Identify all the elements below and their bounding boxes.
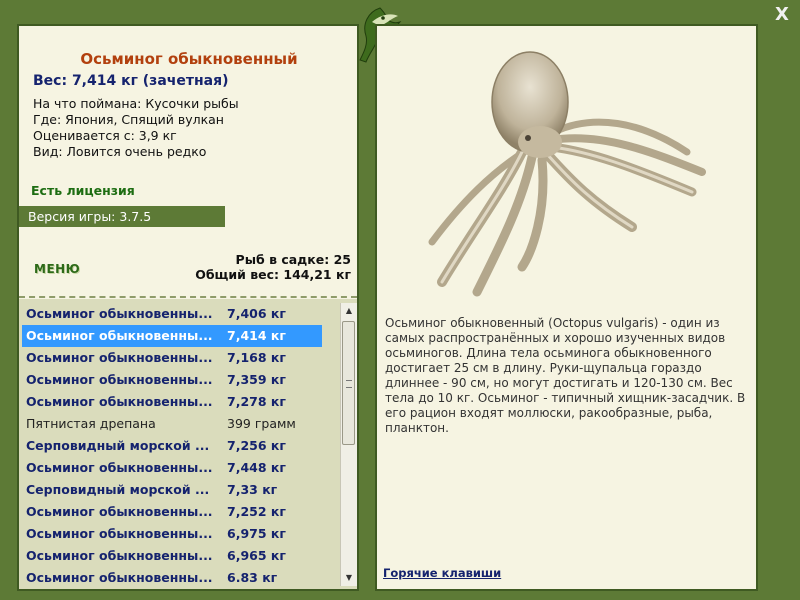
list-item[interactable]: Осьминог обыкновенны... 6,975 кг <box>22 523 322 545</box>
fish-rated-from: Оценивается с: 3,9 кг <box>33 128 177 143</box>
list-item-weight: 7,359 кг <box>227 372 286 387</box>
close-button[interactable]: X <box>772 5 792 25</box>
list-item-name: Серповидный морской ... <box>26 482 210 497</box>
arrow-up-icon[interactable]: ▲ <box>341 303 357 319</box>
list-item[interactable]: Серповидный морской ... 7,33 кг <box>22 479 322 501</box>
list-item-weight: 7,278 кг <box>227 394 286 409</box>
list-item-name: Осьминог обыкновенны... <box>26 394 212 409</box>
menu-button[interactable]: МЕНЮ <box>34 262 80 276</box>
list-item-weight: 7,168 кг <box>227 350 286 365</box>
list-item-name: Осьминог обыкновенны... <box>26 504 212 519</box>
list-item-name: Осьминог обыкновенны... <box>26 328 212 343</box>
list-item-name: Осьминог обыкновенны... <box>26 460 212 475</box>
arrow-down-icon[interactable]: ▼ <box>341 570 357 586</box>
list-item-name: Серповидный морской ... <box>26 438 210 453</box>
fish-description: Осьминог обыкновенный (Octopus vulgaris)… <box>385 316 746 435</box>
list-item-weight: 6,965 кг <box>227 548 286 563</box>
list-item-name: Осьминог обыкновенны... <box>26 570 212 585</box>
list-item-weight: 6,975 кг <box>227 526 286 541</box>
list-item[interactable]: Пятнистая дрепана 399 грамм <box>22 413 322 435</box>
list-item[interactable]: Осьминог обыкновенны... 7,278 кг <box>22 391 322 413</box>
fish-location: Где: Япония, Спящий вулкан <box>33 112 224 127</box>
list-item-name: Осьминог обыкновенны... <box>26 306 212 321</box>
license-status: Есть лицензия <box>31 183 135 198</box>
list-item-name: Осьминог обыкновенны... <box>26 548 212 563</box>
list-item-name: Осьминог обыкновенны... <box>26 372 212 387</box>
list-item-weight: 7,414 кг <box>227 328 286 343</box>
list-item-name: Осьминог обыкновенны... <box>26 526 212 541</box>
catch-list-scrollbar[interactable]: ▲ ▼ <box>340 303 357 586</box>
list-item[interactable]: Осьминог обыкновенны... 7,414 кг <box>22 325 322 347</box>
list-item-weight: 7,406 кг <box>227 306 286 321</box>
fish-info-panel: Осьминог обыкновенный Вес: 7,414 кг (зач… <box>17 24 359 591</box>
hotkeys-link[interactable]: Горячие клавиши <box>383 566 501 580</box>
list-item[interactable]: Серповидный морской ... 7,256 кг <box>22 435 322 457</box>
fish-details-panel: Осьминог обыкновенный (Octopus vulgaris)… <box>375 24 758 591</box>
total-weight: Общий вес: 144,21 кг <box>195 267 351 282</box>
list-item-weight: 7,252 кг <box>227 504 286 519</box>
list-item-weight: 7,33 кг <box>227 482 278 497</box>
scroll-thumb[interactable] <box>342 321 355 445</box>
list-item-weight: 6.83 кг <box>227 570 278 585</box>
fish-weight: Вес: 7,414 кг (зачетная) <box>33 73 229 89</box>
divider <box>19 296 357 298</box>
fish-rarity: Вид: Ловится очень редко <box>33 144 207 159</box>
close-icon[interactable]: X <box>775 4 789 25</box>
list-item-weight: 7,448 кг <box>227 460 286 475</box>
list-item[interactable]: Осьминог обыкновенны... 7,252 кг <box>22 501 322 523</box>
list-item[interactable]: Осьминог обыкновенны... 6,965 кг <box>22 545 322 567</box>
list-item[interactable]: Осьминог обыкновенны... 7,168 кг <box>22 347 322 369</box>
fish-caught-on: На что поймана: Кусочки рыбы <box>33 96 239 111</box>
game-version: Версия игры: 3.7.5 <box>19 206 225 227</box>
octopus-image <box>428 51 706 297</box>
fish-in-net-count: Рыб в садке: 25 <box>235 252 351 267</box>
fish-title: Осьминог обыкновенный <box>80 50 298 68</box>
list-item-weight: 399 грамм <box>227 416 296 431</box>
list-item-name: Осьминог обыкновенны... <box>26 350 212 365</box>
list-item[interactable]: Осьминог обыкновенны... 6.83 кг <box>22 567 322 589</box>
list-item-weight: 7,256 кг <box>227 438 286 453</box>
list-item[interactable]: Осьминог обыкновенны... 7,448 кг <box>22 457 322 479</box>
list-item[interactable]: Осьминог обыкновенны... 7,359 кг <box>22 369 322 391</box>
catch-list[interactable]: Осьминог обыкновенны... 7,406 кг Осьминог … <box>19 299 357 589</box>
list-item[interactable]: Осьминог обыкновенны... 7,406 кг <box>22 303 322 325</box>
list-item-name: Пятнистая дрепана <box>26 416 156 431</box>
